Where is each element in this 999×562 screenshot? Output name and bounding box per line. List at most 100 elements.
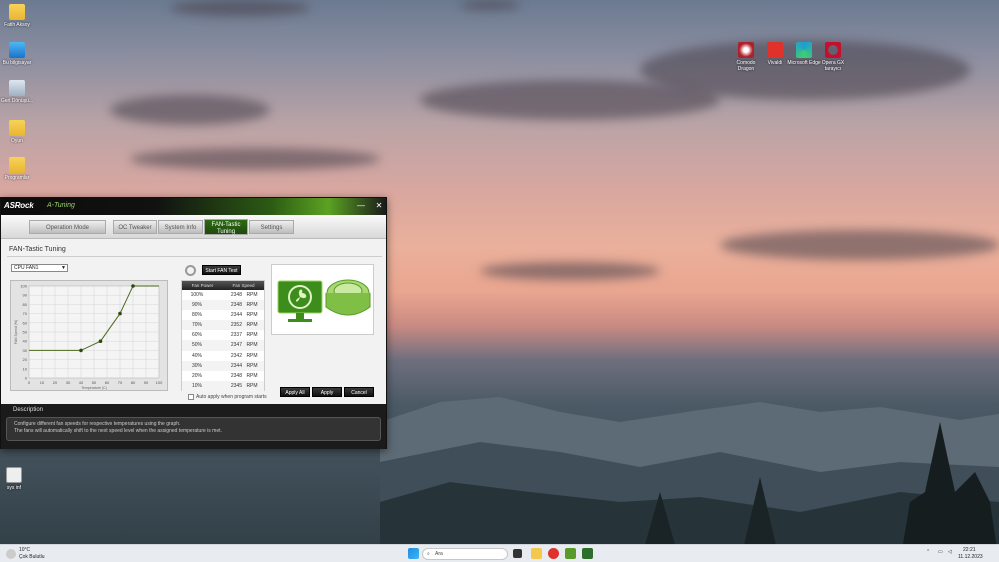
fan-speed-cell: 2344 bbox=[230, 362, 242, 369]
y-tick-label: 70 bbox=[23, 311, 28, 316]
tab-operation-mode[interactable]: Operation Mode bbox=[29, 220, 106, 234]
file-explorer-icon[interactable] bbox=[531, 548, 542, 559]
y-tick-label: 60 bbox=[23, 320, 28, 325]
chevron-up-icon[interactable]: ⌃ bbox=[926, 549, 930, 555]
windows-start-icon[interactable] bbox=[408, 548, 419, 559]
desktop-icon-label: Geri Dönüşü... bbox=[0, 98, 34, 104]
weather-icon[interactable] bbox=[6, 549, 16, 559]
fan-curve-graph[interactable]: 0 10 20 30 40 50 60 70 80 90 100 0 10 20 30 40 50 60 70 80 9… bbox=[10, 280, 168, 391]
fan-power-cell: 50% bbox=[191, 342, 202, 349]
page-title: FAN-Tastic Tuning bbox=[9, 246, 66, 253]
x-tick-label: 90 bbox=[144, 380, 149, 385]
tab-system-info[interactable]: System Info bbox=[158, 220, 203, 234]
clock-date[interactable]: 11.12.2023 bbox=[958, 554, 983, 560]
desktop-icon-fatih-aksoy[interactable]: Fatih Aksoy bbox=[0, 4, 34, 28]
apply-button[interactable]: Apply bbox=[312, 387, 342, 397]
apply-all-button[interactable]: Apply All bbox=[280, 387, 310, 397]
y-tick-label: 30 bbox=[23, 348, 28, 353]
fan-speed-cell: 2342 bbox=[230, 352, 242, 359]
fan-speed-cell: 2347 bbox=[230, 342, 242, 349]
desktop-icon-label: Oyun bbox=[11, 138, 23, 144]
rpm-unit-cell: RPM bbox=[246, 302, 258, 309]
taskbar-search[interactable]: ⌕ Ara bbox=[422, 548, 508, 560]
fan-speed-table: Fan Power Fan Speed 100% 2348 RPM 90% 2348 RP… bbox=[181, 280, 265, 391]
table-row: 60% 2337 RPM bbox=[182, 330, 264, 340]
fan-power-cell: 10% bbox=[191, 382, 202, 389]
fan-power-cell: 60% bbox=[191, 332, 202, 339]
cancel-button[interactable]: Cancel bbox=[344, 387, 374, 397]
rpm-unit-cell: RPM bbox=[246, 332, 258, 339]
desktop-icon-label: Vivaldi bbox=[767, 60, 783, 66]
desktop-icon-label: Programlar bbox=[4, 175, 30, 181]
desktop-icon-label: Fatih Aksoy bbox=[4, 22, 30, 28]
table-row: 40% 2342 RPM bbox=[182, 351, 264, 361]
curve-point bbox=[118, 311, 122, 316]
volume-icon[interactable]: ◁ bbox=[948, 549, 952, 555]
fan-power-cell: 100% bbox=[190, 292, 204, 298]
auto-apply-checkbox[interactable] bbox=[188, 394, 194, 400]
app-taskbar-icon[interactable] bbox=[582, 548, 593, 559]
table-row: 20% 2348 RPM bbox=[182, 371, 264, 381]
folder-icon bbox=[9, 4, 25, 20]
tab-fan-tastic-tuning[interactable]: FAN-Tastic Tuning bbox=[204, 219, 248, 235]
description-text-line1: Configure different fan speeds for respe… bbox=[14, 421, 181, 427]
desktop-icon-opera-gx[interactable]: Opera GX tarayıcı bbox=[816, 42, 850, 72]
desktop-icon-oyun[interactable]: Oyun bbox=[0, 120, 34, 144]
network-icon[interactable]: ▭ bbox=[938, 549, 943, 555]
minimize-button[interactable]: — bbox=[354, 200, 368, 212]
table-row: 80% 2344 RPM bbox=[182, 310, 264, 320]
fan-illustration bbox=[271, 264, 374, 335]
desktop-icon-sys-inf[interactable]: sys inf bbox=[0, 467, 31, 491]
table-row: 70% 2352 RPM bbox=[182, 320, 264, 331]
clock-time[interactable]: 22:21 bbox=[963, 547, 976, 553]
x-tick-label: 40 bbox=[79, 380, 84, 385]
vivaldi-icon bbox=[767, 42, 783, 58]
cloud bbox=[720, 230, 999, 260]
opera-gx-icon bbox=[825, 42, 841, 58]
desktop-icon-this-pc[interactable]: Bu bilgisayar bbox=[0, 42, 34, 66]
rpm-unit-cell: RPM bbox=[246, 312, 258, 319]
curve-point bbox=[131, 284, 135, 288]
window-titlebar[interactable]: ASRock A-Tuning — ✕ bbox=[1, 198, 386, 215]
search-icon: ⌕ bbox=[427, 551, 430, 557]
table-row: 100% 2348 RPM bbox=[182, 290, 264, 300]
tab-settings[interactable]: Settings bbox=[249, 220, 294, 234]
x-tick-label: 50 bbox=[92, 380, 97, 385]
table-row: 30% 2344 RPM bbox=[182, 360, 264, 371]
fan-power-cell: 80% bbox=[191, 312, 202, 319]
start-fan-test-button[interactable]: Start FAN Test bbox=[202, 265, 241, 275]
cloud bbox=[480, 262, 660, 280]
edge-icon bbox=[796, 42, 812, 58]
tab-label: OC Tweaker bbox=[118, 225, 152, 231]
rpm-unit-cell: RPM bbox=[246, 322, 258, 329]
comodo-dragon-icon bbox=[738, 42, 754, 58]
x-axis-label: Temperature (C) bbox=[81, 386, 106, 390]
column-header: Fan Speed bbox=[232, 283, 255, 288]
tab-oc-tweaker[interactable]: OC Tweaker bbox=[113, 220, 157, 234]
desktop-icon-programlar[interactable]: Programlar bbox=[0, 157, 34, 181]
weather-temp[interactable]: 10°C bbox=[19, 547, 30, 553]
search-placeholder: Ara bbox=[435, 551, 443, 557]
chevron-down-icon: ▼ bbox=[61, 265, 66, 271]
table-row: 10% 2345 RPM bbox=[182, 380, 264, 391]
desktop-icon-label: Bu bilgisayar bbox=[2, 60, 32, 66]
desktop-icon-recycle-bin[interactable]: Geri Dönüşü... bbox=[0, 80, 34, 104]
table-header: Fan Power Fan Speed bbox=[182, 281, 264, 290]
close-button[interactable]: ✕ bbox=[372, 200, 386, 212]
fan-power-cell: 90% bbox=[191, 302, 202, 309]
rpm-unit-cell: RPM bbox=[246, 372, 258, 379]
rpm-unit-cell: RPM bbox=[246, 362, 258, 369]
y-tick-label: 100 bbox=[20, 284, 27, 289]
vivaldi-taskbar-icon[interactable] bbox=[548, 548, 559, 559]
a-tuning-taskbar-icon[interactable] bbox=[565, 548, 576, 559]
fan-curve-chart[interactable]: 0 10 20 30 40 50 60 70 80 90 100010203040506070809… bbox=[11, 281, 169, 392]
weather-text[interactable]: Çok Bulutlu bbox=[19, 554, 45, 560]
table-row: 50% 2347 RPM bbox=[182, 340, 264, 351]
fan-speed-cell: 2337 bbox=[230, 332, 242, 339]
y-tick-label: 20 bbox=[23, 357, 28, 362]
app-icon bbox=[6, 467, 22, 483]
fan-select-dropdown[interactable]: CPU FAN1 ▼ bbox=[11, 264, 68, 272]
pc-icon bbox=[9, 42, 25, 58]
task-view-icon[interactable] bbox=[513, 549, 522, 558]
tab-label-line1: FAN-Tastic bbox=[211, 222, 241, 228]
